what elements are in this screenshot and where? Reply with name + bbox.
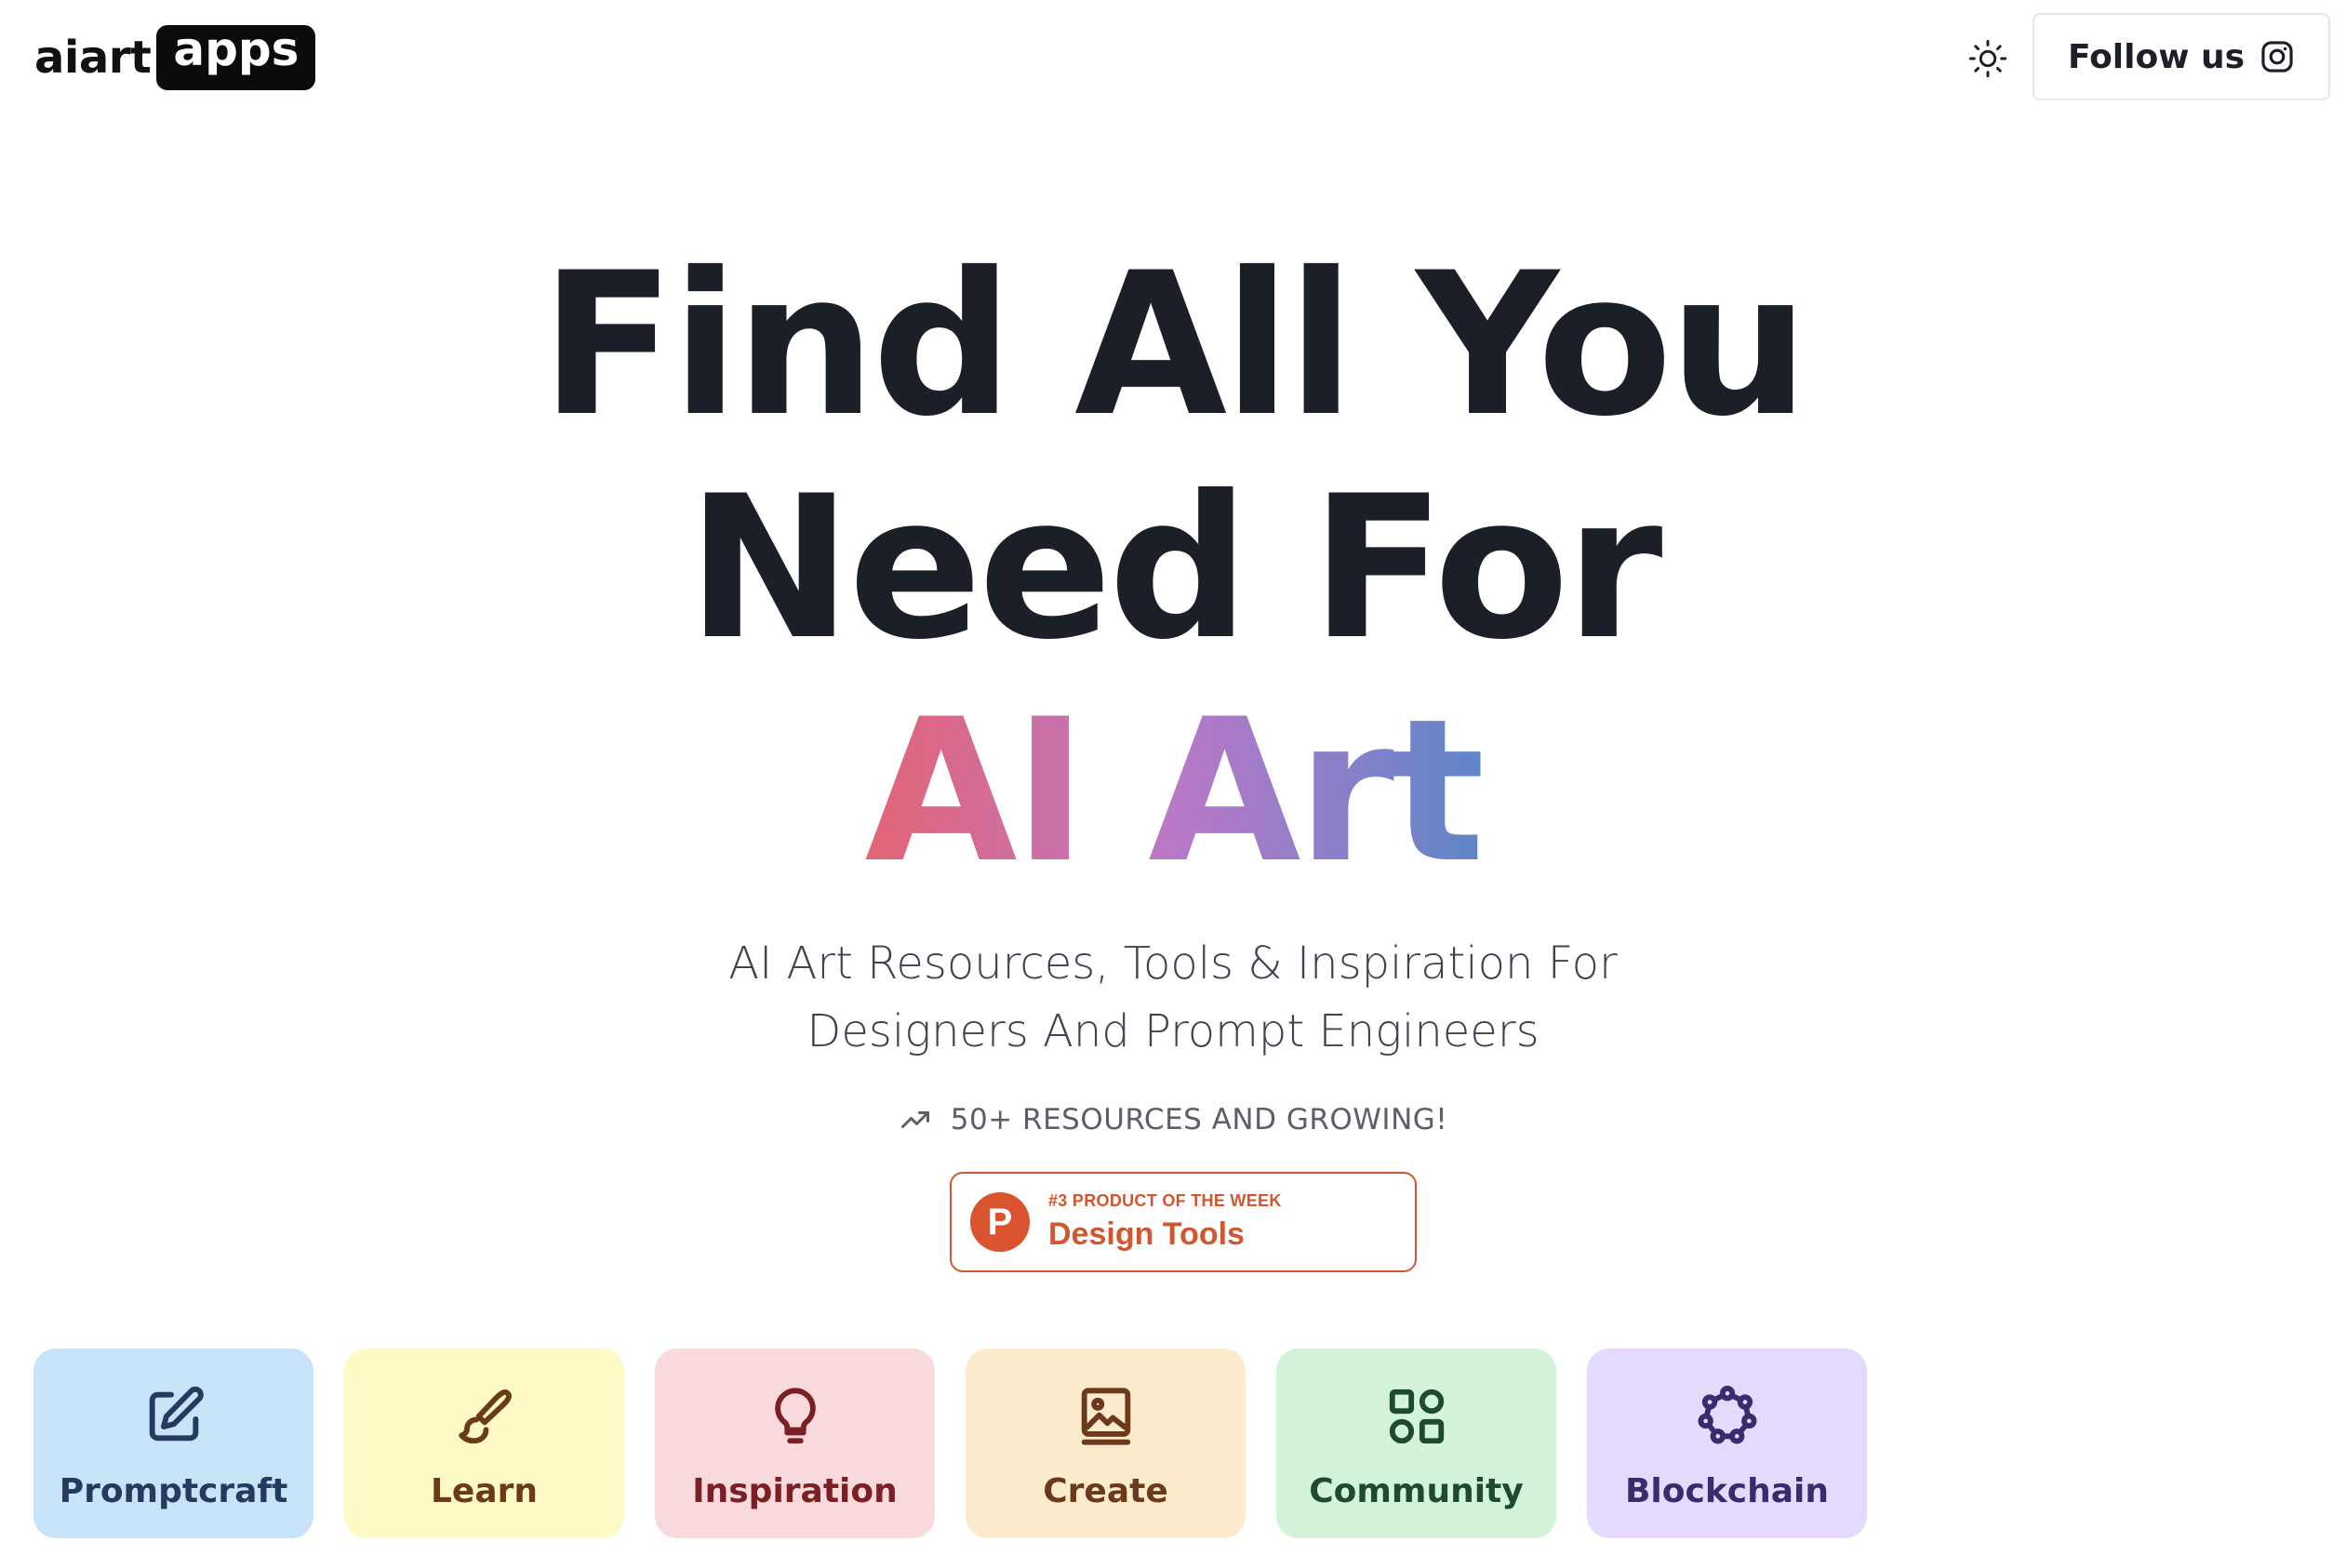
network-icon [1698,1386,1757,1444]
hero-gradient-text: AI Art [864,676,1486,906]
category-label: Community [1309,1472,1524,1510]
category-card-inspiration[interactable]: Inspiration [655,1349,935,1538]
apps-grid-icon [1389,1389,1444,1444]
follow-us-label: Follow us [2067,37,2246,76]
hero-title-line-2: Need For [686,453,1663,683]
brush-icon [458,1389,512,1444]
lightbulb-icon [774,1388,816,1444]
category-label: Promptcraft [59,1472,288,1510]
category-label: Blockchain [1624,1472,1830,1510]
hero-title-line-1: Find All You [540,230,1809,459]
category-card-blockchain[interactable]: Blockchain [1587,1349,1867,1538]
image-book-icon [1081,1388,1130,1445]
resources-count: 50+ RESOURCES AND GROWING! [0,1097,2346,1142]
category-card-learn[interactable]: Learn [344,1349,624,1538]
hero-subtitle: AI Art Resources, Tools & Inspiration Fo… [0,930,2346,1066]
logo-badge: apps [156,22,316,90]
category-label: Inspiration [692,1472,898,1510]
follow-us-button[interactable]: Follow us [2033,13,2330,100]
sun-icon [1968,39,2007,78]
edit-icon [149,1386,204,1442]
logo-badge-text: apps [173,22,300,76]
site-logo[interactable]: aiart apps [34,22,316,90]
category-card-promptcraft[interactable]: Promptcraft [33,1349,313,1538]
instagram-icon [2261,41,2293,73]
trending-up-icon [900,1111,929,1128]
logo-text: aiart [34,32,152,84]
theme-toggle-button[interactable] [1965,35,2011,82]
category-label: Create [1043,1472,1168,1510]
badge-kicker: #3 PRODUCT OF THE WEEK [1048,1191,1282,1210]
category-card-community[interactable]: Community [1276,1349,1556,1538]
resources-text: 50+ RESOURCES AND GROWING! [950,1103,1448,1136]
product-hunt-badge[interactable]: P #3 PRODUCT OF THE WEEK Design Tools [950,1172,1417,1272]
badge-title: Design Tools [1048,1216,1245,1252]
hero-title-line-3: AI Art [0,693,2346,890]
category-label: Learn [430,1472,539,1510]
category-card-create[interactable]: Create [966,1349,1246,1538]
hero-subtitle-line-1: AI Art Resources, Tools & Inspiration Fo… [728,937,1618,990]
product-hunt-logo-icon: P [970,1192,1030,1252]
hero-subtitle-line-2: Designers And Prompt Engineers [806,1005,1540,1057]
category-list: Promptcraft Learn Inspiration Create Com… [33,1349,1867,1538]
